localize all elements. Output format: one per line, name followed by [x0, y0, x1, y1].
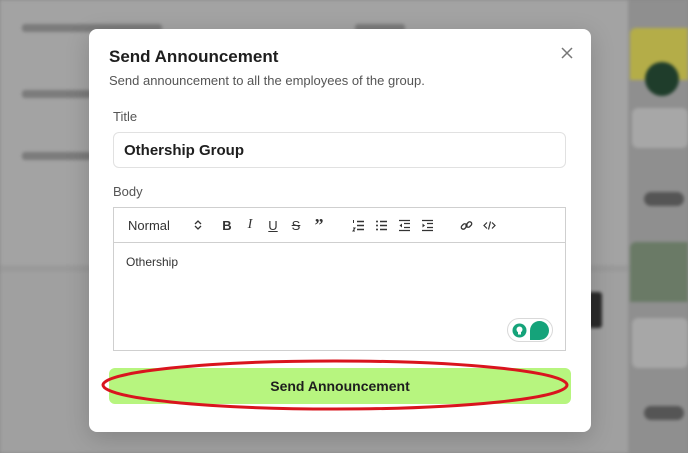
- outdent-button[interactable]: [397, 217, 411, 233]
- background-chip: [644, 192, 684, 206]
- send-announcement-button[interactable]: Send Announcement: [109, 368, 571, 404]
- lightbulb-icon[interactable]: [511, 322, 527, 338]
- background-card: [632, 108, 688, 148]
- link-icon: [460, 220, 472, 230]
- indent-button[interactable]: [420, 217, 434, 233]
- background-card: [632, 318, 688, 368]
- bullet-list-button[interactable]: [374, 217, 388, 233]
- strikethrough-button[interactable]: S: [289, 217, 303, 233]
- outdent-icon: [398, 219, 410, 231]
- ordered-list-button[interactable]: [351, 217, 365, 233]
- link-button[interactable]: [459, 217, 473, 233]
- background-avatar: [645, 62, 679, 96]
- body-label: Body: [113, 184, 143, 199]
- ordered-list-icon: [351, 219, 364, 231]
- blockquote-button[interactable]: ”: [312, 215, 326, 235]
- chat-bubble-icon[interactable]: [530, 320, 549, 340]
- editor-toolbar: Normal B I U S ”: [114, 208, 565, 243]
- underline-button[interactable]: U: [266, 217, 280, 233]
- dialog-subtitle: Send announcement to all the employees o…: [109, 73, 425, 88]
- dialog-title: Send Announcement: [109, 47, 279, 66]
- bullet-list-icon: [375, 220, 387, 230]
- body-editor: Normal B I U S ” Othership: [113, 207, 566, 351]
- editor-assistant-widget[interactable]: [507, 318, 553, 342]
- title-input[interactable]: [113, 132, 566, 168]
- background-chip: [644, 406, 684, 420]
- heading-select[interactable]: Normal: [128, 218, 202, 233]
- title-label: Title: [113, 109, 138, 124]
- background-row: [22, 152, 92, 160]
- select-arrows-icon: [194, 220, 202, 230]
- close-icon[interactable]: [559, 45, 575, 61]
- code-button[interactable]: [482, 217, 496, 233]
- send-announcement-dialog: Send Announcement Send announcement to a…: [89, 29, 591, 432]
- bold-button[interactable]: B: [220, 217, 234, 233]
- editor-content[interactable]: Othership: [114, 243, 565, 350]
- italic-button[interactable]: I: [243, 217, 257, 233]
- background-row: [22, 90, 92, 98]
- editor-text: Othership: [126, 255, 179, 269]
- heading-select-value: Normal: [128, 217, 170, 233]
- background-photo: [630, 242, 688, 302]
- indent-icon: [421, 219, 433, 231]
- code-icon: [482, 220, 496, 230]
